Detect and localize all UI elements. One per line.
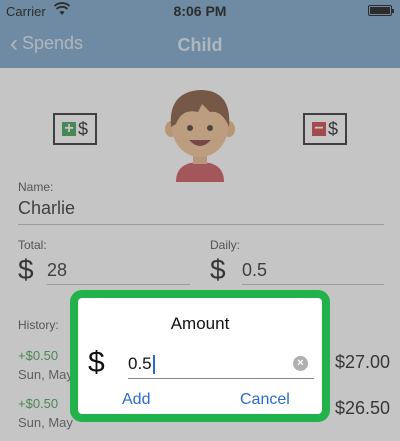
clear-icon[interactable]: × xyxy=(293,356,308,371)
amount-input[interactable]: 0.5 xyxy=(128,354,155,375)
dialog-title: Amount xyxy=(170,314,230,333)
amount-input-value: 0.5 xyxy=(128,354,152,373)
add-button[interactable]: Add xyxy=(122,391,150,409)
amount-input-underline xyxy=(128,378,314,379)
cancel-button[interactable]: Cancel xyxy=(240,391,290,409)
amount-dialog: Amount $ 0.5 × Add Cancel xyxy=(70,290,330,422)
text-cursor xyxy=(152,355,155,375)
dialog-currency: $ xyxy=(88,346,105,379)
